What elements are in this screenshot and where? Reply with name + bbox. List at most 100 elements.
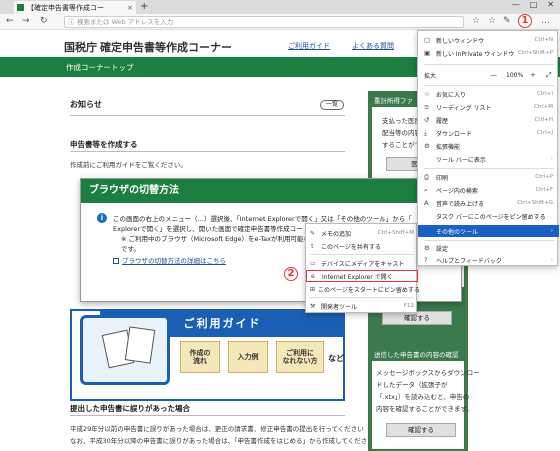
- submenu-item-devtools[interactable]: ⚒ 開発者ツール F12: [306, 300, 418, 312]
- back-icon[interactable]: ←: [6, 16, 14, 26]
- submenu-item-label: 開発者ツール: [321, 303, 358, 311]
- menu-item-toolbar[interactable]: ツール バーに表示 ›: [418, 153, 559, 165]
- cast-icon: ▭: [310, 259, 316, 267]
- submenu-item-cast[interactable]: ▭ デバイスにメディアをキャスト: [306, 257, 418, 269]
- submenu-item-label: デバイスにメディアをキャスト: [321, 260, 405, 268]
- menu-item-pin-taskbar[interactable]: タスク バーにこのページをピン留めする: [418, 210, 559, 222]
- shortcut-label: Ctrl+M: [533, 104, 553, 110]
- address-bar-row: ← → ↻ ⓘ 検索または Web アドレスを入力 ☆ ☆ ✎ …: [0, 14, 560, 30]
- favorites-bar-icon[interactable]: ☆: [488, 16, 496, 26]
- browser-tab[interactable]: 【確定申告書等作成コー ×: [14, 1, 136, 14]
- zoom-in-button[interactable]: +: [530, 71, 536, 79]
- shortcut-label: Ctrl+F: [535, 187, 553, 193]
- site-title: 国税庁 確定申告書等作成コーナー: [64, 42, 233, 54]
- menu-item-new-window[interactable]: ▢ 新しいウィンドウ Ctrl+N: [418, 34, 559, 46]
- menu-item-settings[interactable]: ⚙ 設定: [418, 242, 559, 254]
- menu-item-more-tools[interactable]: その他のツール ›: [418, 225, 559, 237]
- menu-item-help[interactable]: ? ヘルプとフィードバック ›: [418, 254, 559, 266]
- fullscreen-icon[interactable]: ⤢: [546, 71, 552, 80]
- submenu-separator: [310, 254, 414, 255]
- zoom-label: 拡大: [424, 72, 437, 80]
- zoom-row: 拡大 — 100% + ⤢: [418, 69, 559, 81]
- zoom-out-button[interactable]: —: [490, 71, 497, 79]
- menu-item-label: 印刷: [436, 174, 449, 182]
- new-tab-button[interactable]: +: [140, 1, 148, 12]
- refresh-icon[interactable]: ↻: [40, 16, 48, 26]
- zoom-value: 100%: [506, 71, 524, 79]
- submenu-item-label: Internet Explorer で開く: [322, 273, 393, 281]
- notice-list-button[interactable]: 一覧: [320, 100, 344, 110]
- devtools-icon: ⚒: [310, 302, 316, 310]
- title-bar: 【確定申告書等作成コー × + — □ ✕: [0, 0, 560, 14]
- dialog-title: ブラウザの切替方法: [81, 179, 461, 203]
- chevron-right-icon: ›: [550, 228, 553, 234]
- menu-item-history[interactable]: ↺ 履歴 Ctrl+H: [418, 114, 559, 126]
- submenu-item-add-notes[interactable]: ✎ メモの追加 Ctrl+Shift+M: [306, 227, 418, 239]
- faq-link[interactable]: よくある質問: [352, 41, 394, 51]
- menu-item-find[interactable]: ⌕ ページ内の検索 Ctrl+F: [418, 184, 559, 196]
- menu-item-label: タスク バーにこのページをピン留めする: [436, 213, 546, 221]
- submenu-item-share[interactable]: ⇪ このページを共有する: [306, 240, 418, 252]
- reading-list-icon: ≡: [424, 103, 430, 111]
- favorite-star-icon[interactable]: ☆: [472, 16, 480, 26]
- menu-separator: [424, 64, 554, 65]
- switch-details-link[interactable]: ブラウザの切替方法の詳細はこちら: [113, 255, 226, 265]
- forward-icon[interactable]: →: [22, 16, 30, 26]
- submenu-item-label: メモの追加: [321, 230, 352, 238]
- submenu-item-label: このページを共有する: [321, 243, 381, 251]
- ie-icon: e: [311, 272, 315, 280]
- site-info-icon[interactable]: ⓘ: [68, 17, 75, 27]
- shortcut-label: Ctrl+Shift+G: [517, 200, 553, 206]
- menu-item-label: 拡張機能: [436, 143, 461, 151]
- dialog-text: ※ ご利用中のブラウザ（Microsoft Edge）をe-Taxが利用可能なブ…: [121, 235, 323, 243]
- notice-heading: お知らせ: [70, 100, 102, 109]
- search-icon: ⌕: [424, 185, 428, 194]
- read-aloud-icon: A: [424, 199, 429, 207]
- annotation-marker-1: 1: [518, 14, 532, 28]
- more-menu-icon[interactable]: …: [541, 16, 550, 26]
- menu-item-extensions[interactable]: ⚙ 拡張機能: [418, 140, 559, 152]
- tab-title: 【確定申告書等作成コー: [27, 3, 104, 12]
- notes-icon: ✎: [310, 229, 316, 237]
- pin-icon: ⊞: [310, 285, 316, 293]
- menu-item-downloads[interactable]: ⤓ ダウンロード Ctrl+J: [418, 127, 559, 139]
- star-icon: ☆: [424, 90, 430, 98]
- inprivate-icon: ▣: [424, 49, 431, 57]
- usage-guide-link[interactable]: ご利用ガイド: [288, 41, 330, 51]
- menu-separator: [424, 85, 554, 86]
- tab-close-icon[interactable]: ×: [127, 4, 133, 12]
- menu-item-reading-list[interactable]: ≡ リーディング リスト Ctrl+M: [418, 101, 559, 113]
- shortcut-label: Ctrl+P: [535, 174, 553, 180]
- help-icon: ?: [424, 256, 428, 264]
- dialog-text: この画面の右上のメニュー（…）選択後、「Internet Explorerで開く…: [113, 215, 412, 223]
- shortcut-label: Ctrl+Shift+M: [377, 230, 414, 236]
- info-icon: i: [97, 213, 107, 223]
- menu-item-print[interactable]: ⎙ 印刷 Ctrl+P: [418, 171, 559, 183]
- history-icon: ↺: [424, 116, 430, 124]
- nav-top-link[interactable]: 作成コーナートップ: [66, 62, 134, 73]
- menu-item-label: 履歴: [436, 117, 449, 125]
- shortcut-label: F12: [403, 303, 414, 309]
- menu-item-label: リーディング リスト: [436, 104, 492, 112]
- submenu-item-open-ie[interactable]: e Internet Explorer で開く: [306, 270, 418, 282]
- menu-item-read-aloud[interactable]: A 音声で読み上げる Ctrl+Shift+G: [418, 197, 559, 209]
- browser-main-menu: ▢ 新しいウィンドウ Ctrl+N ▣ 新しい InPrivate ウィンドウ …: [417, 30, 559, 266]
- notes-icon[interactable]: ✎: [503, 16, 511, 26]
- menu-item-label: ダウンロード: [436, 130, 473, 138]
- window-controls: — □ ✕: [512, 0, 554, 9]
- menu-item-inprivate[interactable]: ▣ 新しい InPrivate ウィンドウ Ctrl+Shift+P: [418, 47, 559, 59]
- minimize-button[interactable]: —: [512, 0, 520, 9]
- annotation-marker-2: 2: [284, 267, 298, 281]
- submenu-item-pin-start[interactable]: ⊞ このページをスタートにピン留めする: [306, 283, 420, 295]
- favicon-icon: [17, 4, 24, 11]
- window-icon: ▢: [424, 36, 431, 44]
- submenu-item-label: このページをスタートにピン留めする: [318, 286, 420, 294]
- close-window-button[interactable]: ✕: [547, 0, 554, 9]
- submenu-separator: [310, 297, 414, 298]
- divider: [70, 115, 345, 116]
- maximize-button[interactable]: □: [530, 0, 538, 9]
- address-input[interactable]: ⓘ 検索または Web アドレスを入力: [64, 16, 464, 28]
- menu-item-favorites[interactable]: ☆ お気に入り Ctrl+I: [418, 88, 559, 100]
- print-icon: ⎙: [424, 172, 430, 181]
- menu-item-label: ヘルプとフィードバック: [436, 257, 502, 265]
